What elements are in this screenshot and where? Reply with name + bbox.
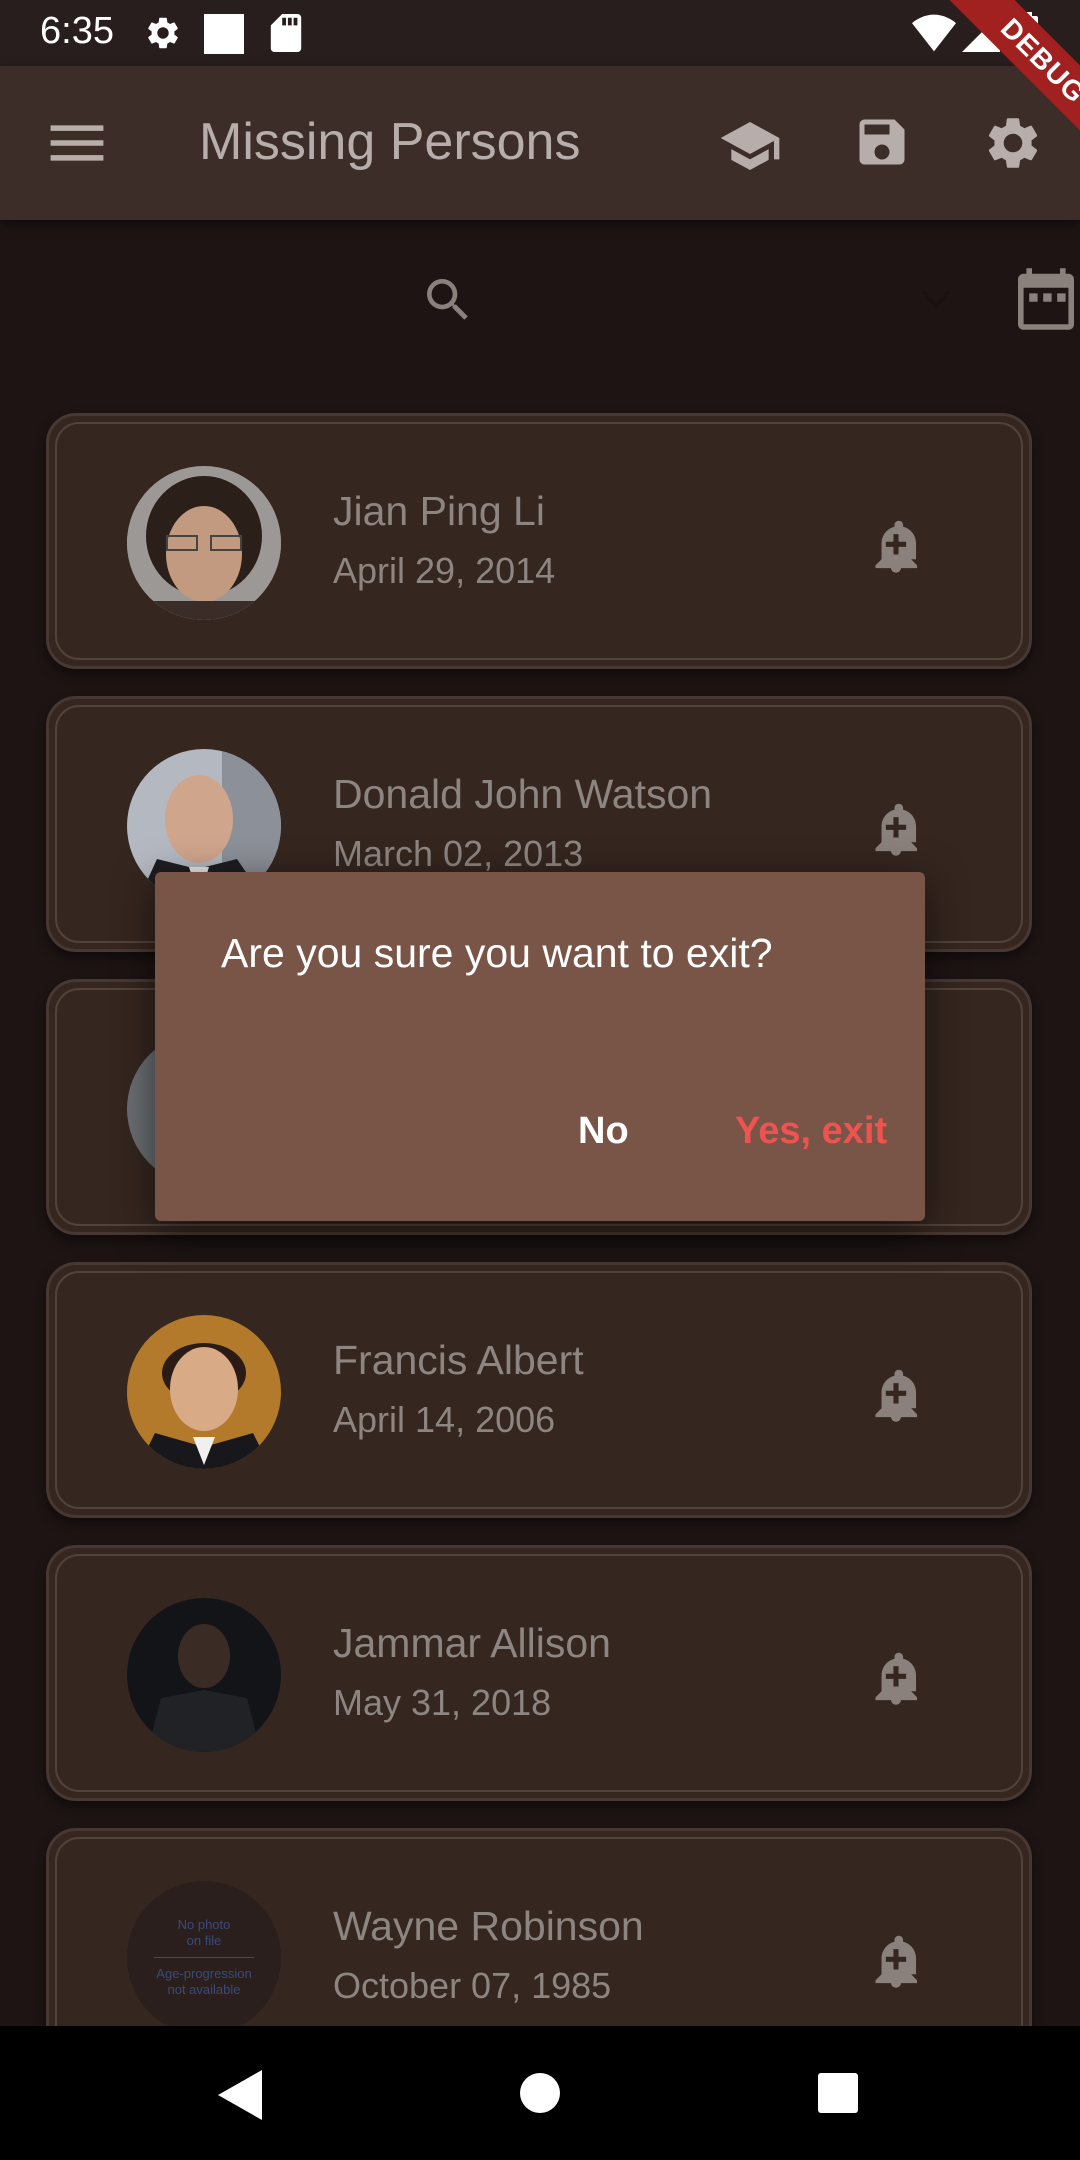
signal-icon (962, 14, 1000, 57)
chevron-down-icon[interactable] (918, 286, 954, 317)
dialog-title: Are you sure you want to exit? (221, 930, 773, 976)
person-name: Jian Ping Li (333, 488, 545, 534)
person-card[interactable]: Jian Ping Li April 29, 2014 (46, 413, 1032, 669)
avatar (127, 1315, 281, 1469)
app-title: Missing Persons (199, 113, 581, 171)
home-icon[interactable] (519, 2072, 561, 2119)
add-alert-icon[interactable] (865, 1923, 927, 1994)
person-date: March 02, 2013 (333, 833, 584, 874)
add-alert-icon[interactable] (865, 791, 927, 862)
person-date: May 31, 2018 (333, 1682, 552, 1723)
back-icon[interactable] (218, 2070, 262, 2125)
placeholder-text: on file (186, 1933, 222, 1948)
add-alert-icon[interactable] (865, 508, 927, 579)
person-date: October 07, 1985 (333, 1965, 612, 2006)
status-time: 6:35 (40, 10, 114, 52)
divider (154, 1957, 254, 1958)
avatar: No photo on file Age-progression not ava… (127, 1881, 281, 2035)
search-row (0, 220, 1080, 380)
app-bar: Missing Persons (0, 66, 1080, 220)
person-card[interactable]: Francis Albert April 14, 2006 (46, 1262, 1032, 1518)
person-name: Donald John Watson (333, 771, 713, 817)
settings-icon (144, 14, 182, 57)
yes-exit-button[interactable]: Yes, exit (735, 1110, 887, 1153)
wifi-icon (912, 14, 956, 57)
add-alert-icon[interactable] (865, 1357, 927, 1428)
save-icon[interactable] (852, 112, 912, 177)
no-button[interactable]: No (578, 1110, 629, 1153)
person-name: Francis Albert (333, 1337, 584, 1383)
battery-icon (1016, 12, 1038, 57)
avatar (127, 466, 281, 620)
person-name: Wayne Robinson (333, 1903, 644, 1949)
person-date: April 29, 2014 (333, 550, 556, 591)
navigation-bar (0, 2026, 1080, 2160)
menu-icon[interactable] (50, 121, 104, 170)
status-bar: 6:35 (0, 0, 1080, 66)
placeholder-text: Age-progression (156, 1966, 252, 1981)
avatar (127, 1598, 281, 1752)
sd-card-icon (270, 14, 302, 57)
calendar-icon[interactable] (1018, 268, 1074, 335)
person-name: Jammar Allison (333, 1620, 611, 1666)
school-icon[interactable] (718, 114, 782, 183)
exit-dialog: Are you sure you want to exit? No Yes, e… (155, 872, 925, 1221)
recents-icon[interactable] (818, 2073, 858, 2118)
placeholder-text: not available (167, 1982, 241, 1997)
notification-icon (204, 14, 244, 54)
placeholder-text: No photo (177, 1917, 231, 1932)
person-card[interactable]: Jammar Allison May 31, 2018 (46, 1545, 1032, 1801)
add-alert-icon[interactable] (865, 1640, 927, 1711)
search-icon[interactable] (420, 272, 476, 333)
person-date: April 14, 2006 (333, 1399, 556, 1440)
settings-icon[interactable] (982, 112, 1044, 179)
